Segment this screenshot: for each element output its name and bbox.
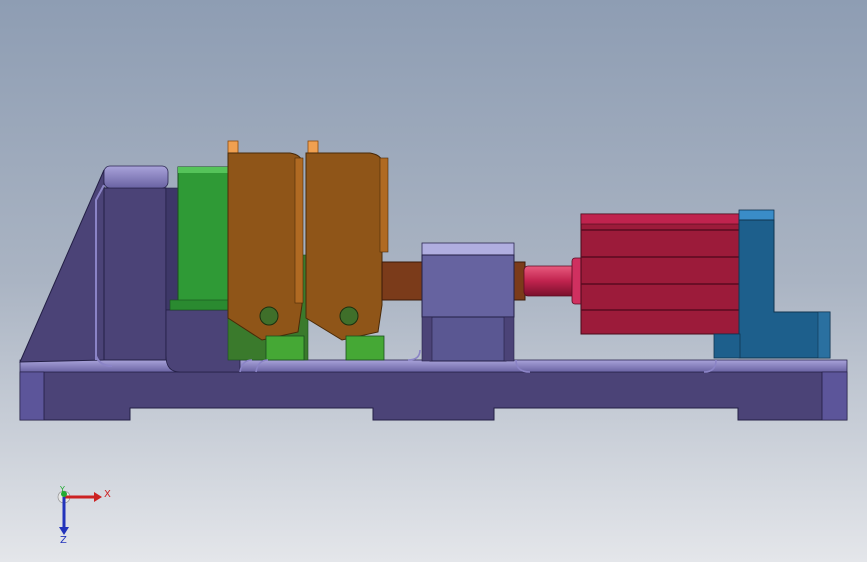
cad-viewport[interactable]: X Y Z (0, 0, 867, 562)
x-axis-label: X (104, 489, 111, 500)
y-axis-label: Y (59, 485, 65, 494)
coordinate-triad: X Y Z (57, 485, 111, 546)
z-axis-label: Z (60, 535, 67, 546)
